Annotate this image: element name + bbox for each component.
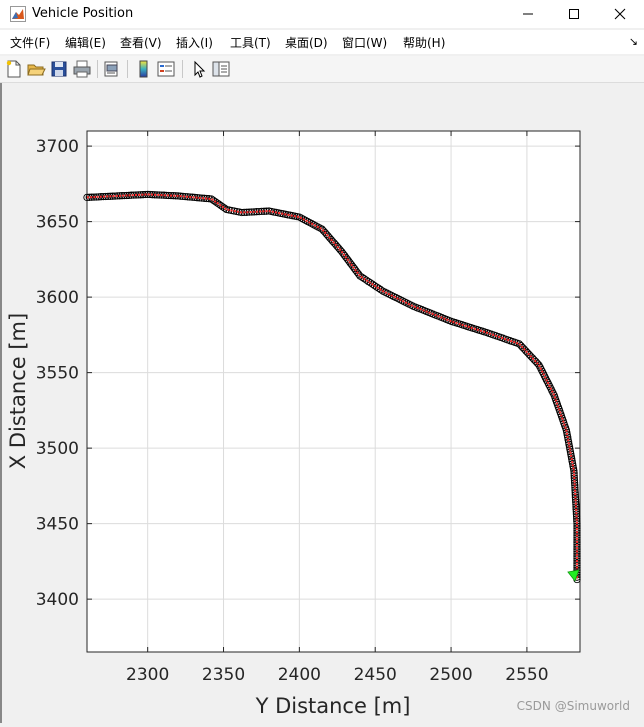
maximize-button[interactable] (551, 0, 597, 28)
y-tick-label: 3650 (36, 213, 79, 233)
maximize-icon (569, 9, 579, 19)
x-tick-label: 2300 (126, 665, 169, 685)
menu-tools[interactable]: 工具(T) (230, 34, 271, 51)
new-figure-icon[interactable] (4, 59, 24, 79)
menu-insert[interactable]: 插入(I) (176, 34, 213, 51)
close-icon (614, 8, 626, 20)
menu-file[interactable]: 文件(F) (10, 34, 50, 51)
axes-background (87, 131, 580, 652)
x-tick-labels: 2300 2350 2400 2450 2500 2550 (126, 665, 548, 685)
minimize-button[interactable] (505, 0, 551, 28)
x-tick-label: 2500 (429, 665, 472, 685)
menu-bar: 文件(F) 编辑(E) 查看(V) 插入(I) 工具(T) 桌面(D) 窗口(W… (0, 30, 644, 54)
toolbar-separator (182, 60, 183, 78)
x-axis-label: Y Distance [m] (255, 694, 411, 718)
x-tick-label: 2400 (278, 665, 321, 685)
property-inspector-icon[interactable] (211, 59, 231, 79)
window-title: Vehicle Position (32, 6, 134, 21)
x-tick-label: 2550 (505, 665, 548, 685)
toolbar-separator (127, 60, 128, 78)
save-icon[interactable] (49, 59, 69, 79)
figure-canvas: 2300 2350 2400 2450 2500 2550 3400 3450 3500 355… (0, 83, 644, 723)
watermark: CSDN @Simuworld (516, 699, 630, 713)
legend-icon[interactable] (156, 59, 176, 79)
y-tick-label: 3450 (36, 515, 79, 535)
y-tick-label: 3700 (36, 137, 79, 157)
x-tick-label: 2350 (202, 665, 245, 685)
pointer-icon[interactable] (189, 59, 209, 79)
window-edge (0, 83, 2, 723)
menu-overflow-icon[interactable]: ↘ (629, 35, 638, 48)
menu-desktop[interactable]: 桌面(D) (285, 34, 328, 51)
minimize-icon (523, 13, 533, 15)
print-preview-icon[interactable] (102, 59, 122, 79)
matlab-icon (10, 6, 26, 22)
close-button[interactable] (597, 0, 643, 28)
menu-window[interactable]: 窗口(W) (342, 34, 387, 51)
y-axis-label: X Distance [m] (6, 313, 30, 469)
menu-edit[interactable]: 编辑(E) (65, 34, 106, 51)
menu-view[interactable]: 查看(V) (120, 34, 162, 51)
x-tick-label: 2450 (354, 665, 397, 685)
y-tick-label: 3600 (36, 288, 79, 308)
y-tick-label: 3400 (36, 590, 79, 610)
open-file-icon[interactable] (26, 59, 46, 79)
vehicle-position-plot[interactable]: 2300 2350 2400 2450 2500 2550 3400 3450 3500 355… (0, 83, 644, 723)
y-tick-label: 3500 (36, 439, 79, 459)
print-icon[interactable] (72, 59, 92, 79)
figure-toolbar (0, 56, 644, 83)
y-tick-label: 3550 (36, 364, 79, 384)
menu-help[interactable]: 帮助(H) (403, 34, 445, 51)
title-bar: Vehicle Position (0, 0, 644, 28)
y-tick-labels: 3400 3450 3500 3550 3600 3650 3700 (36, 137, 79, 610)
colorbar-icon[interactable] (134, 59, 154, 79)
toolbar-separator (97, 60, 98, 78)
